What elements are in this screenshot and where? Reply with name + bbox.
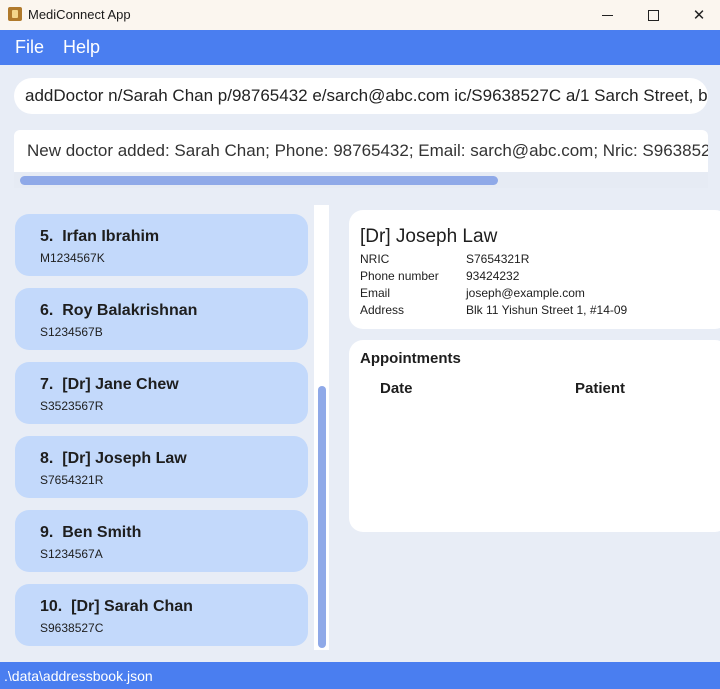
person-card[interactable]: 9. Ben Smith S1234567A (15, 510, 308, 572)
close-icon[interactable]: ✕ (676, 0, 720, 30)
details-label: Phone number (360, 269, 439, 283)
person-card-nric: M1234567K (40, 251, 105, 265)
menu-bar: File Help (0, 30, 720, 65)
person-list-scrollbar-thumb[interactable] (318, 386, 326, 648)
details-row-nric: NRIC S7654321R (360, 252, 529, 266)
details-label: Address (360, 303, 405, 317)
person-details: [Dr] Joseph Law NRIC S7654321R Phone numb… (349, 210, 720, 329)
title-bar: MediConnect App ✕ (0, 0, 720, 30)
status-bar: .\data\addressbook.json (0, 662, 720, 689)
details-row-phone: Phone number 93424232 (360, 269, 519, 283)
person-card-title: 8. [Dr] Joseph Law (40, 450, 187, 467)
details-value: joseph@example.com (466, 286, 585, 300)
details-row-email: Email joseph@example.com (360, 286, 585, 300)
person-card[interactable]: 10. [Dr] Sarah Chan S9638527C (15, 584, 308, 646)
status-file-path: .\data\addressbook.json (4, 668, 153, 684)
person-card-nric: S3523567R (40, 399, 104, 413)
person-card-title: 9. Ben Smith (40, 524, 142, 541)
window-title: MediConnect App (28, 7, 131, 22)
appointments-column-date[interactable]: Date (380, 380, 413, 397)
result-display: New doctor added: Sarah Chan; Phone: 987… (14, 130, 708, 188)
person-card[interactable]: 8. [Dr] Joseph Law S7654321R (15, 436, 308, 498)
result-text: New doctor added: Sarah Chan; Phone: 987… (27, 141, 708, 160)
maximize-icon[interactable] (630, 0, 676, 30)
minimize-icon[interactable] (584, 0, 630, 30)
appointments-column-patient[interactable]: Patient (575, 380, 625, 397)
person-card-nric: S1234567B (40, 325, 103, 339)
details-row-address: Address Blk 11 Yishun Street 1, #14-09 (360, 303, 627, 317)
person-card-nric: S9638527C (40, 621, 104, 635)
person-card-nric: S7654321R (40, 473, 104, 487)
details-label: Email (360, 286, 391, 300)
result-scrollbar[interactable] (14, 172, 708, 188)
person-card-title: 7. [Dr] Jane Chew (40, 376, 179, 393)
details-name: [Dr] Joseph Law (360, 226, 498, 247)
person-card-title: 6. Roy Balakrishnan (40, 302, 198, 319)
person-card-title: 5. Irfan Ibrahim (40, 228, 160, 245)
details-label: NRIC (360, 252, 390, 266)
person-card[interactable]: 5. Irfan Ibrahim M1234567K (15, 214, 308, 276)
details-value: Blk 11 Yishun Street 1, #14-09 (466, 303, 628, 317)
appointments-panel: Appointments Date Patient (349, 340, 720, 532)
app-icon (8, 7, 22, 21)
appointments-title: Appointments (360, 350, 461, 367)
menu-file[interactable]: File (15, 37, 44, 58)
result-scrollbar-thumb[interactable] (20, 176, 498, 185)
person-list: 5. Irfan Ibrahim M1234567K 6. Roy Balakr… (0, 205, 330, 650)
person-card[interactable]: 6. Roy Balakrishnan S1234567B (15, 288, 308, 350)
menu-help[interactable]: Help (63, 37, 100, 58)
person-card[interactable]: 7. [Dr] Jane Chew S3523567R (15, 362, 308, 424)
details-value: 93424232 (466, 269, 520, 283)
person-card-nric: S1234567A (40, 547, 103, 561)
person-card-title: 10. [Dr] Sarah Chan (40, 598, 193, 615)
details-value: S7654321R (466, 252, 530, 266)
command-input[interactable]: addDoctor n/Sarah Chan p/98765432 e/sarc… (14, 78, 708, 114)
